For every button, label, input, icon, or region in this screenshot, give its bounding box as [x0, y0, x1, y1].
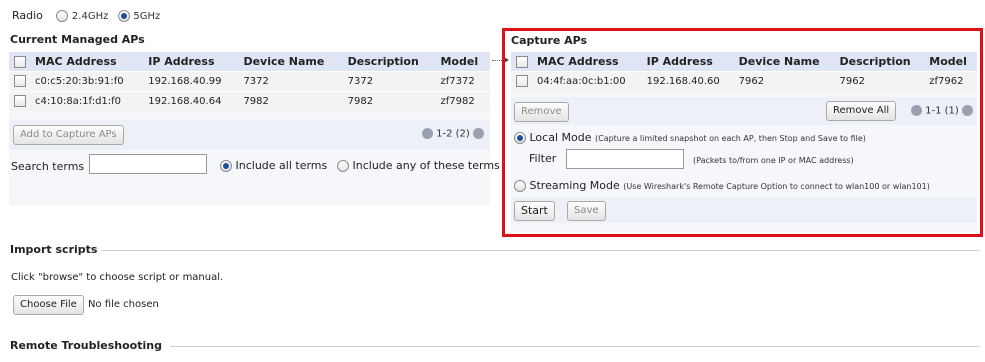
cell-mac: c0:c5:20:3b:91:f0: [31, 70, 145, 91]
search-label: Search terms: [11, 160, 85, 173]
table-row: c4:10:8a:1f:d1:f0 192.168.40.64 7982 798…: [9, 90, 490, 111]
column-header[interactable]: IP Address: [642, 52, 735, 71]
managed-pager: 1-2 (2): [421, 128, 484, 140]
filter-hint: (Packets to/from one IP or MAC address): [693, 156, 854, 165]
local-mode-label: Local Mode: [529, 131, 592, 144]
capture-pager-text: 1-1 (1): [925, 105, 959, 117]
column-header[interactable]: Model: [436, 52, 490, 71]
include-any-option[interactable]: Include any of these terms: [337, 159, 500, 172]
search-row: Search terms Include all terms Include a…: [9, 152, 500, 180]
capture-run-bar: Start Save: [511, 197, 977, 223]
column-header[interactable]: IP Address: [144, 52, 240, 71]
table-row: 04:4f:aa:0c:b1:00 192.168.40.60 7962 796…: [511, 70, 977, 91]
managed-aps-title: Current Managed APs: [10, 33, 145, 46]
remove-button[interactable]: Remove: [514, 102, 569, 122]
remove-all-button[interactable]: Remove All: [826, 101, 897, 121]
include-any-radio[interactable]: [337, 160, 349, 172]
local-mode-option[interactable]: Local Mode (Capture a limited snapshot o…: [514, 131, 866, 144]
managed-aps-table: MAC Address IP Address Device Name Descr…: [9, 52, 490, 111]
cell-description: 7962: [835, 70, 926, 91]
import-instructions: Click "browse" to choose script or manua…: [11, 272, 224, 283]
choose-file-button[interactable]: Choose File: [13, 295, 84, 315]
column-header[interactable]: Model: [925, 52, 977, 71]
radio-label: Radio: [12, 9, 43, 22]
cell-device-name: 7372: [239, 70, 344, 91]
filter-label: Filter: [529, 152, 557, 165]
cell-model: zf7982: [436, 90, 490, 111]
save-button[interactable]: Save: [567, 201, 606, 221]
cell-model: zf7372: [436, 70, 490, 91]
cell-ip: 192.168.40.99: [144, 70, 240, 91]
column-header[interactable]: MAC Address: [533, 52, 643, 71]
remote-divider: [170, 346, 980, 347]
managed-actions-bar: Add to Capture APs 1-2 (2): [9, 120, 490, 150]
column-header[interactable]: Device Name: [734, 52, 836, 71]
table-header: MAC Address IP Address Device Name Descr…: [9, 52, 490, 71]
capture-aps-panel: MAC Address IP Address Device Name Descr…: [511, 52, 977, 232]
cell-model: zf7962: [925, 70, 977, 91]
streaming-mode-radio[interactable]: [514, 180, 526, 192]
row-checkbox[interactable]: [14, 95, 26, 108]
include-all-label: Include all terms: [235, 159, 328, 172]
file-status: No file chosen: [88, 299, 159, 310]
prev-page-icon[interactable]: [421, 128, 433, 139]
start-button[interactable]: Start: [514, 201, 555, 221]
column-header[interactable]: Device Name: [239, 52, 344, 71]
streaming-mode-label: Streaming Mode: [529, 179, 620, 192]
local-mode-description: (Capture a limited snapshot on each AP, …: [594, 134, 866, 143]
cell-mac: c4:10:8a:1f:d1:f0: [31, 90, 145, 111]
radio-5ghz-label: 5GHz: [133, 11, 161, 22]
filter-input[interactable]: [566, 149, 684, 169]
cell-description: 7982: [343, 90, 437, 111]
capture-aps-table: MAC Address IP Address Device Name Descr…: [511, 52, 977, 91]
capture-aps-highlight: Capture APs MAC Address IP Address Devic…: [502, 28, 983, 237]
column-header[interactable]: Description: [835, 52, 926, 71]
column-header[interactable]: MAC Address: [31, 52, 145, 71]
column-header[interactable]: Description: [343, 52, 437, 71]
local-mode-radio[interactable]: [514, 132, 526, 144]
radio-24ghz[interactable]: [56, 10, 69, 22]
add-to-capture-button[interactable]: Add to Capture APs: [13, 125, 124, 145]
next-page-icon[interactable]: [962, 105, 973, 116]
radio-24ghz-label: 2.4GHz: [71, 11, 109, 22]
include-any-label: Include any of these terms: [352, 159, 500, 172]
streaming-mode-option[interactable]: Streaming Mode (Use Wireshark's Remote C…: [514, 179, 930, 192]
cell-description: 7372: [343, 70, 437, 91]
select-all-checkbox[interactable]: [516, 55, 528, 68]
cell-mac: 04:4f:aa:0c:b1:00: [533, 70, 643, 91]
radio-group: Radio 2.4GHz 5GHz: [12, 9, 160, 22]
next-page-icon[interactable]: [473, 128, 484, 139]
include-all-option[interactable]: Include all terms: [220, 159, 327, 172]
capture-actions-bar: Remove Remove All 1-1 (1): [511, 97, 977, 125]
cell-ip: 192.168.40.64: [144, 90, 240, 111]
streaming-mode-description: (Use Wireshark's Remote Capture Option t…: [623, 182, 930, 191]
managed-aps-panel: MAC Address IP Address Device Name Descr…: [9, 52, 500, 205]
row-checkbox[interactable]: [516, 75, 528, 88]
capture-aps-title: Capture APs: [511, 34, 588, 47]
managed-pager-text: 1-2 (2): [436, 128, 470, 140]
import-divider: [90, 250, 980, 251]
row-checkbox[interactable]: [14, 75, 26, 87]
cell-device-name: 7982: [239, 90, 344, 111]
radio-5ghz[interactable]: [117, 10, 130, 22]
import-scripts-title: Import scripts: [10, 243, 102, 256]
prev-page-icon[interactable]: [910, 105, 922, 116]
cell-ip: 192.168.40.60: [642, 70, 735, 91]
table-row: c0:c5:20:3b:91:f0 192.168.40.99 7372 737…: [9, 70, 490, 91]
remote-troubleshooting-title: Remote Troubleshooting: [10, 339, 166, 352]
include-all-radio[interactable]: [220, 160, 232, 172]
capture-pager: 1-1 (1): [910, 105, 973, 117]
cell-device-name: 7962: [734, 70, 836, 91]
table-header: MAC Address IP Address Device Name Descr…: [511, 52, 977, 71]
search-input[interactable]: [89, 154, 207, 174]
select-all-checkbox[interactable]: [14, 55, 26, 68]
